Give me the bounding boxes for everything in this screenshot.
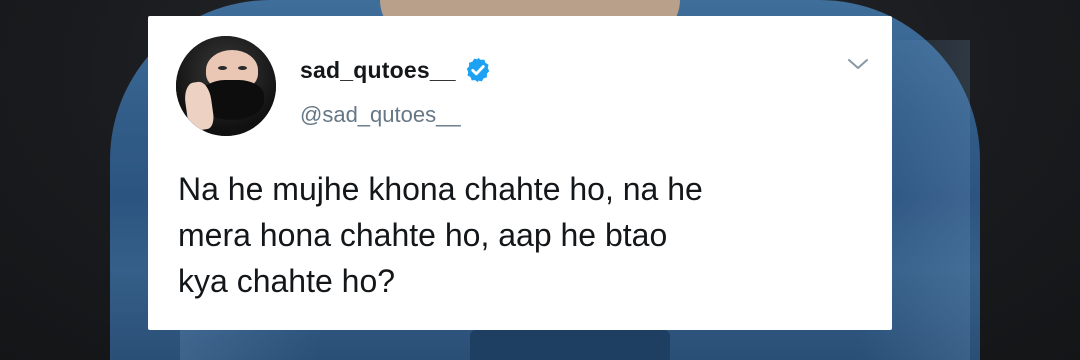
avatar-eye-left xyxy=(218,66,227,70)
avatar-eye-right xyxy=(238,66,247,70)
avatar[interactable] xyxy=(176,36,276,136)
tweet-text-line: kya chahte ho? xyxy=(178,263,396,299)
verified-badge-icon xyxy=(466,57,490,83)
tweet-card: sad_qutoes__ @sad_qutoes__ Na he mujhe k… xyxy=(148,16,892,330)
chevron-down-icon[interactable] xyxy=(846,56,870,72)
author-name-row: sad_qutoes__ xyxy=(300,56,492,84)
tweet-text: Na he mujhe khona chahte ho, na he mera … xyxy=(178,166,868,304)
tweet-text-line: Na he mujhe khona chahte ho, na he xyxy=(178,171,703,207)
author-handle[interactable]: @sad_qutoes__ xyxy=(300,102,461,128)
tweet-text-line: mera hona chahte ho, aap he btao xyxy=(178,217,668,253)
jacket-pocket xyxy=(470,330,670,360)
author-display-name[interactable]: sad_qutoes__ xyxy=(300,57,456,84)
